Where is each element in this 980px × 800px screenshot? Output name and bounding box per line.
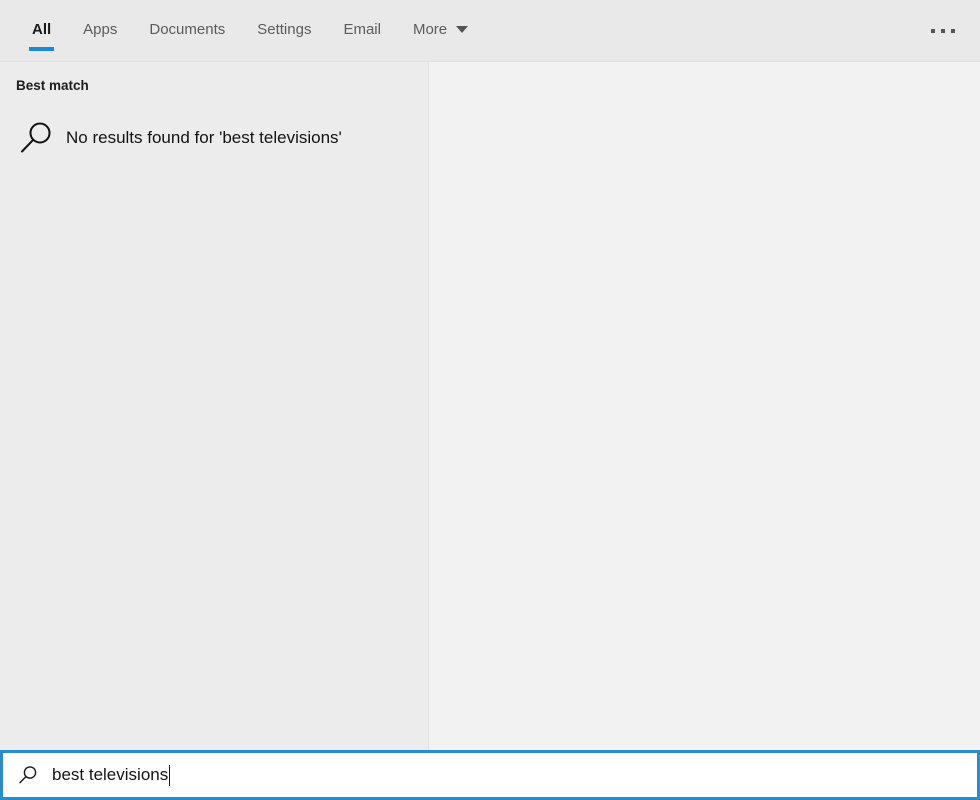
windows-search-window: All Apps Documents Settings Email More <box>0 0 980 800</box>
search-input-value: best televisions <box>52 765 168 785</box>
filter-tab-list: All Apps Documents Settings Email More <box>0 0 480 62</box>
tab-all[interactable]: All <box>16 0 67 62</box>
tab-apps-label: Apps <box>83 22 117 41</box>
ellipsis-icon <box>951 29 955 33</box>
best-match-heading: Best match <box>0 76 428 96</box>
search-bar[interactable]: best televisions <box>0 750 980 800</box>
text-cursor <box>169 765 170 786</box>
list-item[interactable]: No results found for 'best televisions' <box>0 109 428 167</box>
search-filter-header: All Apps Documents Settings Email More <box>0 0 980 62</box>
tab-settings-label: Settings <box>257 22 311 41</box>
tab-settings[interactable]: Settings <box>241 0 327 62</box>
ellipsis-icon <box>941 29 945 33</box>
tab-documents[interactable]: Documents <box>133 0 241 62</box>
ellipsis-icon <box>931 29 935 33</box>
results-pane: Best match No results found for 'best te… <box>0 62 429 750</box>
chevron-down-icon <box>456 26 468 33</box>
tab-more[interactable]: More <box>397 0 480 62</box>
search-icon <box>14 764 42 786</box>
search-input[interactable]: best televisions <box>42 765 170 786</box>
list-item-label: No results found for 'best televisions' <box>58 128 342 148</box>
tab-email[interactable]: Email <box>327 0 397 62</box>
tab-email-label: Email <box>343 22 381 41</box>
preview-pane <box>429 62 980 750</box>
tab-apps[interactable]: Apps <box>67 0 133 62</box>
tab-documents-label: Documents <box>149 22 225 41</box>
search-body: Best match No results found for 'best te… <box>0 62 980 750</box>
tab-all-label: All <box>32 22 51 41</box>
tab-more-label: More <box>413 22 447 41</box>
more-options-button[interactable] <box>906 0 980 62</box>
search-icon <box>14 118 58 158</box>
